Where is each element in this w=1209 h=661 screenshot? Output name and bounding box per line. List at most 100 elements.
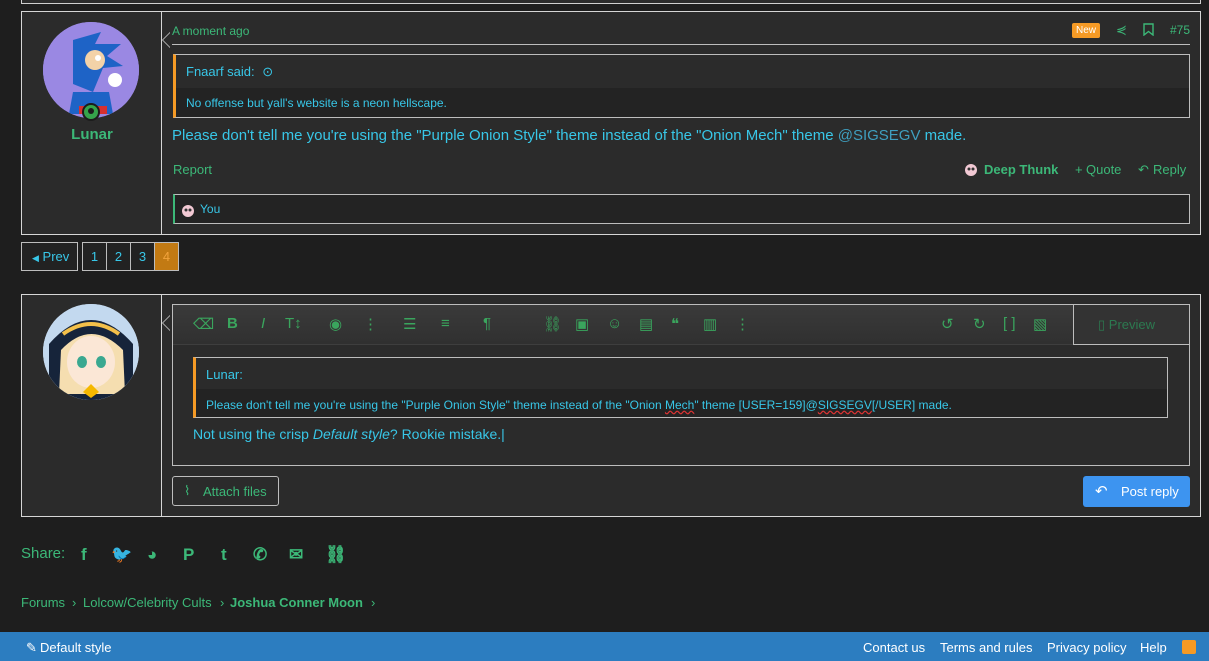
new-badge: New — [1072, 23, 1101, 38]
caret-left-icon: ◀ — [32, 253, 39, 263]
undo-icon[interactable]: ↺ — [941, 315, 954, 333]
post-text-2: made. — [920, 127, 967, 144]
anime-avatar-icon — [43, 304, 139, 400]
reply-button[interactable]: Reply — [1153, 162, 1186, 177]
quote-text: No offense but yall's website is a neon … — [186, 96, 447, 110]
bbcode-toggle-icon[interactable]: [ ] — [1003, 315, 1016, 332]
list-icon[interactable]: ☰ — [403, 315, 416, 333]
reply-arrow-icon[interactable]: ↶ — [1138, 162, 1149, 178]
rich-text-editor[interactable]: ⌫ B I T↕ ◉ ⋮ ☰ ≡ ¶ ⛓ ▣ ☺ ▤ ❝ ▥ ⋮ ↺ ↻ [ ]… — [172, 304, 1190, 466]
more-options-icon[interactable]: ⋮ — [363, 315, 378, 333]
prev-page-button[interactable]: ◀ Prev — [21, 242, 78, 271]
post-arrow — [162, 32, 170, 48]
preview-icon: ▯ — [1098, 317, 1106, 332]
twitter-icon[interactable]: 🐦 — [111, 545, 132, 565]
share-icon[interactable]: ⋞ — [1116, 22, 1127, 38]
drafts-icon[interactable]: ▧ — [1033, 315, 1047, 333]
chevron-right-icon: › — [371, 595, 376, 610]
editor-quote-text: Please don't tell me you're using the "P… — [206, 398, 952, 412]
post-reply-button[interactable]: ↶ Post reply — [1083, 476, 1190, 507]
page-2[interactable]: 2 — [106, 242, 131, 271]
my-avatar[interactable] — [43, 304, 139, 400]
facebook-icon[interactable]: f — [81, 545, 101, 565]
brush-icon: ✎ — [26, 640, 37, 655]
quote-text-misspelled: Mech — [664, 398, 695, 412]
page-3[interactable]: 3 — [130, 242, 155, 271]
previous-post-edge — [21, 0, 1201, 4]
post-time[interactable]: A moment ago — [172, 24, 249, 38]
media-icon[interactable]: ▤ — [639, 315, 653, 333]
footer: ✎ Default style Contact us Terms and rul… — [0, 632, 1209, 661]
breadcrumb-jcm[interactable]: Joshua Conner Moon — [230, 595, 363, 610]
chevron-right-icon: › — [72, 595, 77, 610]
paragraph-icon[interactable]: ¶ — [483, 315, 491, 332]
post-meta: A moment ago New ⋞ #75 — [172, 22, 1190, 45]
post-user-column: Lunar — [22, 12, 162, 234]
preview-button[interactable]: ▯ Preview — [1073, 305, 1189, 345]
reactions-users[interactable]: You — [200, 202, 220, 216]
attach-label: Attach files — [203, 484, 267, 499]
breadcrumb-forums[interactable]: Forums — [21, 595, 65, 610]
page-4-current[interactable]: 4 — [154, 242, 179, 271]
post-number[interactable]: #75 — [1170, 23, 1190, 37]
post-actions: Report Deep Thunk + Quote ↶ Reply — [172, 162, 1190, 182]
tumblr-icon[interactable]: t — [221, 545, 241, 565]
attach-files-button[interactable]: ⌇ Attach files — [172, 476, 279, 506]
footer-privacy[interactable]: Privacy policy — [1047, 640, 1126, 655]
reddit-icon[interactable]: ◕ — [147, 545, 167, 565]
arrow-up-circle-icon[interactable]: ⊙ — [262, 64, 273, 79]
footer-contact[interactable]: Contact us — [863, 640, 925, 655]
email-icon[interactable]: ✉ — [289, 545, 309, 565]
font-size-icon[interactable]: T↕ — [285, 315, 302, 332]
username[interactable]: Lunar — [22, 126, 162, 143]
more-icon[interactable]: ⋮ — [735, 315, 750, 333]
rss-icon[interactable] — [1182, 640, 1196, 654]
whatsapp-icon[interactable]: ✆ — [253, 545, 273, 565]
reactions-bar[interactable]: You — [173, 194, 1190, 224]
image-icon[interactable]: ▣ — [575, 315, 589, 333]
bold-icon[interactable]: B — [227, 315, 238, 332]
quote-text-part-2: " theme [USER=159]@ — [694, 398, 818, 412]
typed-text-italic: Default style — [312, 426, 390, 442]
eraser-icon[interactable]: ⌫ — [193, 315, 214, 333]
quote-icon[interactable]: ❝ — [671, 315, 679, 333]
report-link[interactable]: Report — [173, 162, 212, 177]
page-1[interactable]: 1 — [82, 242, 107, 271]
breadcrumb-lolcow[interactable]: Lolcow/Celebrity Cults — [83, 595, 212, 610]
footer-terms[interactable]: Terms and rules — [940, 640, 1032, 655]
paperclip-icon: ⌇ — [184, 483, 191, 498]
post-text-1: Please don't tell me you're using the "P… — [172, 127, 838, 144]
smilie-icon[interactable]: ☺ — [607, 315, 622, 332]
quote-text-part-3: [/USER] made. — [871, 398, 952, 412]
typed-text-1: Not using the crisp — [193, 426, 313, 442]
align-icon[interactable]: ≡ — [441, 315, 450, 332]
editor-typed-text[interactable]: Not using the crisp Default style? Rooki… — [193, 426, 505, 442]
footer-help[interactable]: Help — [1140, 640, 1167, 655]
link-icon[interactable]: ⛓ — [325, 545, 347, 565]
redo-icon[interactable]: ↻ — [973, 315, 986, 333]
post-body: Please don't tell me you're using the "P… — [172, 127, 966, 144]
reply-form: ⌫ B I T↕ ◉ ⋮ ☰ ≡ ¶ ⛓ ▣ ☺ ▤ ❝ ▥ ⋮ ↺ ↻ [ ]… — [21, 294, 1201, 517]
editor-toolbar: ⌫ B I T↕ ◉ ⋮ ☰ ≡ ¶ ⛓ ▣ ☺ ▤ ❝ ▥ ⋮ ↺ ↻ [ ]… — [173, 305, 1189, 345]
mention-link[interactable]: @SIGSEGV — [838, 127, 921, 144]
plus-icon[interactable]: + — [1075, 162, 1083, 177]
link-icon[interactable]: ⛓ — [543, 315, 562, 333]
reply-icon: ↶ — [1095, 483, 1108, 500]
quote-header[interactable]: Fnaarf said: ⊙ — [176, 55, 1189, 88]
bookmark-icon[interactable] — [1143, 23, 1154, 39]
palette-icon[interactable]: ◉ — [329, 315, 342, 333]
spoiler-icon[interactable]: ▥ — [703, 315, 717, 333]
quote-text-username: SIGSEGV — [817, 398, 872, 412]
reply-user-column — [22, 295, 162, 516]
reaction-button[interactable]: Deep Thunk — [984, 162, 1058, 177]
post-main: A moment ago New ⋞ #75 Fnaarf said: ⊙ No… — [172, 12, 1192, 234]
share-label: Share: — [21, 545, 66, 562]
chevron-right-icon: › — [220, 595, 225, 610]
quote-block: Fnaarf said: ⊙ No offense but yall's web… — [173, 54, 1190, 118]
post: Lunar A moment ago New ⋞ #75 Fnaarf said… — [21, 11, 1201, 235]
italic-icon[interactable]: I — [261, 315, 265, 332]
preview-label: Preview — [1108, 317, 1156, 332]
style-chooser[interactable]: Default style — [40, 640, 112, 655]
quote-button[interactable]: Quote — [1086, 162, 1121, 177]
pinterest-icon[interactable]: P — [183, 545, 203, 565]
